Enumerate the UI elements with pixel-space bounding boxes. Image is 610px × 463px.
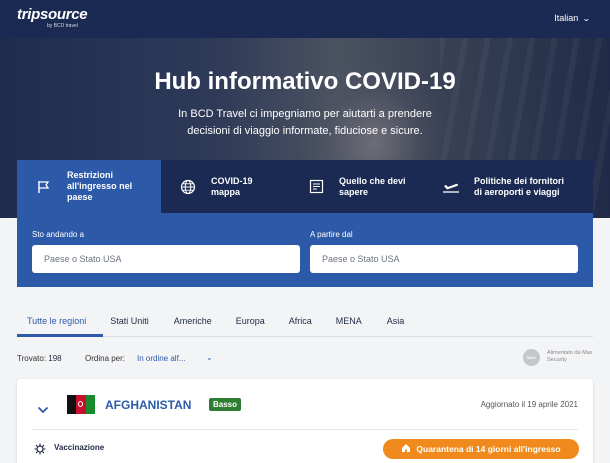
logo-subtext: by BCD travel: [47, 23, 78, 29]
tab-label: COVID-19 mappa: [211, 175, 253, 197]
hero-title: Hub informativo COVID-19: [154, 68, 456, 95]
tab-label: Restrizioni all'ingresso nel paese: [67, 170, 133, 202]
top-bar: tripsource by BCD travel Italian ⌄: [0, 0, 610, 38]
destination-label: Sto andando a: [32, 230, 85, 239]
search-panel: Sto andando a A partire dal: [17, 213, 593, 287]
region-tab-all[interactable]: Tutte le regioni: [27, 316, 86, 326]
region-tab-africa[interactable]: Africa: [289, 316, 312, 326]
tab-label: Quello che devi sapere: [339, 175, 406, 197]
chevron-down-icon[interactable]: [37, 401, 49, 419]
language-label: Italian: [554, 13, 579, 23]
region-divider: [17, 336, 593, 337]
updated-date: Aggiornato il 19 aprile 2021: [480, 400, 578, 409]
tab-label: Politiche dei fornitori di aeroporti e v…: [474, 175, 565, 197]
tab-entry-restrictions[interactable]: Restrizioni all'ingresso nel paese: [17, 160, 161, 213]
plane-icon: [438, 180, 464, 194]
country-card[interactable]: AFGHANISTAN Basso Aggiornato il 19 april…: [17, 379, 593, 463]
tripsource-logo[interactable]: tripsource by BCD travel: [17, 6, 88, 29]
destination-input[interactable]: [32, 245, 300, 273]
language-selector[interactable]: Italian ⌄: [554, 13, 592, 23]
region-tab-americas[interactable]: Americhe: [174, 316, 212, 326]
card-divider: [32, 429, 578, 430]
chevron-down-icon[interactable]: ⌄: [206, 353, 213, 362]
region-tab-asia[interactable]: Asia: [387, 316, 405, 326]
virus-icon: [34, 442, 46, 460]
sort-label: Ordina per:: [85, 354, 126, 363]
afghanistan-flag-icon: [67, 395, 95, 414]
region-tab-europe[interactable]: Europa: [236, 316, 265, 326]
quarantine-badge[interactable]: Quarantena di 14 giorni all'ingresso: [383, 439, 579, 459]
origin-label: A partire dal: [310, 230, 353, 239]
document-icon: [303, 179, 329, 194]
powered-by-text: Alimentato da Max Security: [547, 350, 593, 363]
chevron-down-icon: ⌄: [582, 13, 592, 23]
found-count: 198: [48, 354, 62, 363]
home-icon: [401, 443, 411, 455]
origin-input[interactable]: [310, 245, 578, 273]
globe-icon: [175, 179, 201, 195]
hero-subtitle: In BCD Travel ci impegniamo per aiutarti…: [178, 108, 432, 137]
tab-covid-map[interactable]: COVID-19 mappa: [161, 160, 289, 213]
found-label: Trovato:: [17, 354, 47, 363]
country-name[interactable]: AFGHANISTAN: [105, 398, 191, 412]
tab-what-to-know[interactable]: Quello che devi sapere: [289, 160, 424, 213]
region-active-indicator: [17, 334, 103, 337]
vaccination-label: Vaccinazione: [54, 443, 105, 452]
quarantine-label: Quarantena di 14 giorni all'ingresso: [416, 444, 561, 454]
flag-icon: [31, 180, 57, 194]
region-filter: Tutte le regioni Stati Uniti Americhe Eu…: [17, 316, 404, 326]
sort-dropdown[interactable]: In ordine alf...: [137, 354, 185, 363]
risk-badge: Basso: [209, 398, 242, 411]
tab-supplier-policies[interactable]: Politiche dei fornitori di aeroporti e v…: [424, 160, 593, 213]
max-security-logo: MAX: [523, 349, 540, 366]
results-count: Trovato: 198: [17, 354, 62, 363]
region-tab-mena[interactable]: MENA: [336, 316, 362, 326]
region-tab-us[interactable]: Stati Uniti: [110, 316, 149, 326]
info-tabs: Restrizioni all'ingresso nel paese COVID…: [17, 160, 593, 213]
logo-text: tripsource: [17, 6, 88, 23]
